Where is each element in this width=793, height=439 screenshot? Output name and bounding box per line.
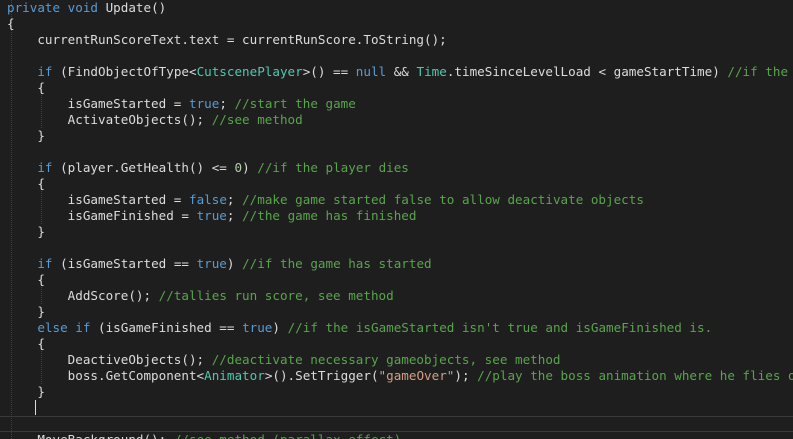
code-token: ; bbox=[219, 96, 235, 111]
code-line[interactable]: private void Update() bbox=[0, 0, 793, 16]
code-line[interactable]: } bbox=[0, 128, 793, 144]
code-token: isGameStarted = bbox=[7, 192, 189, 207]
code-token: ) bbox=[226, 256, 243, 271]
code-token: currentRunScoreText.text = currentRunSco… bbox=[7, 32, 447, 47]
code-line[interactable]: isGameStarted = false; //make game start… bbox=[0, 192, 793, 208]
code-token: { bbox=[7, 80, 45, 95]
code-token: //the game has finished bbox=[242, 208, 417, 223]
code-line[interactable]: AddScore(); //tallies run score, see met… bbox=[0, 288, 793, 304]
code-token: //see method bbox=[211, 112, 303, 127]
code-token: ; bbox=[226, 192, 243, 207]
code-line[interactable]: boss.GetComponent<Animator>().SetTrigger… bbox=[0, 368, 793, 384]
code-token: { bbox=[7, 176, 45, 191]
code-token: true bbox=[188, 96, 220, 111]
code-line[interactable]: MoveBackground(); //see method (parallax… bbox=[0, 432, 793, 439]
code-line[interactable] bbox=[0, 240, 793, 256]
code-token: DeactiveObjects(); bbox=[7, 352, 212, 367]
code-token: (isGameFinished == bbox=[90, 320, 243, 335]
code-token: } bbox=[7, 304, 45, 319]
code-token: //if the isGameStarted isn't true and is… bbox=[287, 320, 713, 335]
code-line[interactable]: { bbox=[0, 16, 793, 32]
text-caret bbox=[35, 400, 36, 415]
code-line[interactable]: if (FindObjectOfType<CutscenePlayer>() =… bbox=[0, 64, 793, 80]
code-line[interactable]: { bbox=[0, 336, 793, 352]
code-token: >().SetTrigger( bbox=[264, 368, 379, 383]
code-line[interactable]: else if (isGameFinished == true) //if th… bbox=[0, 320, 793, 336]
code-line[interactable] bbox=[0, 144, 793, 160]
code-token: AddScore(); bbox=[7, 288, 159, 303]
code-token: false bbox=[188, 192, 227, 207]
code-token: .timeSinceLevelLoad < gameStartTime) bbox=[446, 64, 728, 79]
code-token: ; bbox=[226, 208, 243, 223]
code-line[interactable]: } bbox=[0, 224, 793, 240]
code-line[interactable]: if (player.GetHealth() <= 0) //if the pl… bbox=[0, 160, 793, 176]
code-token: MoveBackground(); bbox=[7, 432, 174, 439]
code-token: { bbox=[7, 272, 45, 287]
code-line[interactable]: currentRunScoreText.text = currentRunSco… bbox=[0, 32, 793, 48]
code-token: //if the cutscene bbox=[727, 64, 789, 79]
code-token: } bbox=[7, 224, 45, 239]
code-token: Animator bbox=[204, 368, 265, 383]
code-token: //deactivate necessary gameobjects, see … bbox=[211, 352, 561, 367]
code-token: true bbox=[196, 256, 227, 271]
code-token: //if the game has started bbox=[242, 256, 432, 271]
code-token: void bbox=[67, 0, 99, 15]
code-line[interactable]: DeactiveObjects(); //deactivate necessar… bbox=[0, 352, 793, 368]
code-line[interactable]: ActivateObjects(); //see method bbox=[0, 112, 793, 128]
code-token: else if bbox=[7, 320, 91, 335]
code-token: //see method (parallax effect) bbox=[174, 432, 401, 439]
code-token: boss.GetComponent< bbox=[7, 368, 205, 383]
code-line[interactable]: } bbox=[0, 304, 793, 320]
code-line[interactable]: if (isGameStarted == true) //if the game… bbox=[0, 256, 793, 272]
code-line[interactable] bbox=[0, 48, 793, 64]
code-token: Update() bbox=[98, 0, 167, 15]
code-line[interactable]: { bbox=[0, 176, 793, 192]
code-token: private bbox=[7, 0, 68, 15]
code-token: //play the boss animation where he flies… bbox=[477, 368, 793, 383]
code-line[interactable]: isGameStarted = true; //start the game bbox=[0, 96, 793, 112]
code-token: null bbox=[355, 64, 387, 79]
code-editor[interactable]: private void Update(){ currentRunScoreTe… bbox=[0, 0, 793, 439]
code-token: //make game started false to allow deact… bbox=[242, 192, 644, 207]
code-token: Time bbox=[416, 64, 447, 79]
code-line[interactable]: { bbox=[0, 80, 793, 96]
code-token: { bbox=[7, 336, 45, 351]
code-token: && bbox=[386, 64, 417, 79]
code-token: } bbox=[7, 128, 45, 143]
code-token: ); bbox=[454, 368, 478, 383]
code-token: (player.GetHealth() <= bbox=[52, 160, 235, 175]
code-line[interactable] bbox=[0, 416, 793, 432]
code-token: "gameOver" bbox=[378, 368, 455, 383]
code-token: if bbox=[7, 64, 53, 79]
code-line[interactable]: isGameFinished = true; //the game has fi… bbox=[0, 208, 793, 224]
code-token: if bbox=[7, 160, 53, 175]
code-token: if bbox=[7, 256, 53, 271]
code-token: ) bbox=[242, 160, 258, 175]
code-token: } bbox=[7, 384, 45, 399]
code-token: true bbox=[196, 208, 227, 223]
code-token: isGameFinished = bbox=[7, 208, 197, 223]
code-token: //start the game bbox=[234, 96, 356, 111]
code-token: CutscenePlayer bbox=[196, 64, 303, 79]
code-token: ) bbox=[272, 320, 288, 335]
code-token: true bbox=[242, 320, 273, 335]
code-token: { bbox=[7, 16, 15, 31]
code-line[interactable] bbox=[0, 400, 793, 416]
code-token: (isGameStarted == bbox=[52, 256, 197, 271]
code-token: ActivateObjects(); bbox=[7, 112, 212, 127]
code-token: 0 bbox=[234, 160, 243, 175]
code-line[interactable]: { bbox=[0, 272, 793, 288]
code-token: >() == bbox=[302, 64, 356, 79]
code-line[interactable]: } bbox=[0, 384, 793, 400]
code-token: //tallies run score, see method bbox=[158, 288, 394, 303]
code-token: //if the player dies bbox=[257, 160, 409, 175]
code-token: isGameStarted = bbox=[7, 96, 189, 111]
code-token: (FindObjectOfType< bbox=[52, 64, 197, 79]
